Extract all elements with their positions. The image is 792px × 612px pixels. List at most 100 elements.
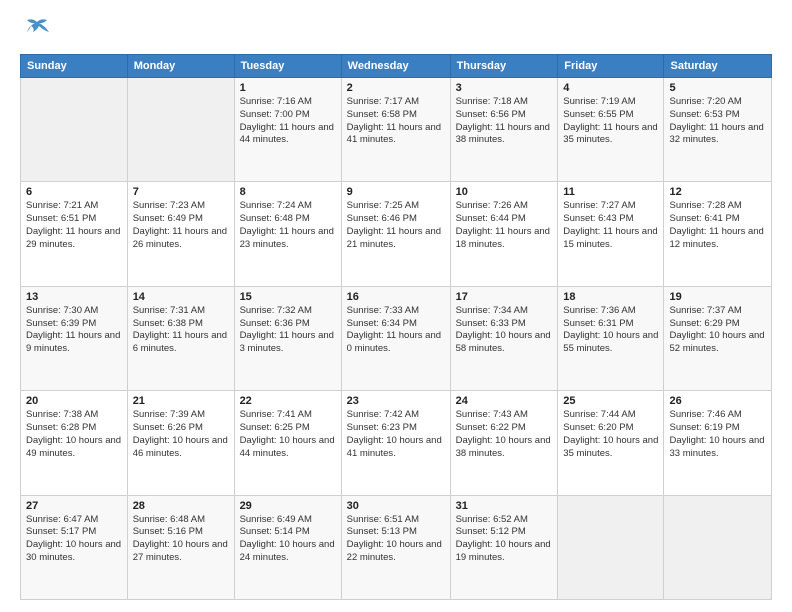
day-info: Sunrise: 7:37 AM Sunset: 6:29 PM Dayligh…: [669, 305, 766, 356]
day-info: Sunrise: 7:43 AM Sunset: 6:22 PM Dayligh…: [456, 409, 553, 460]
calendar-cell: 15 Sunrise: 7:32 AM Sunset: 6:36 PM Dayli…: [234, 286, 341, 390]
day-info: Sunrise: 7:39 AM Sunset: 6:26 PM Dayligh…: [133, 409, 229, 460]
day-info: Sunrise: 7:41 AM Sunset: 6:25 PM Dayligh…: [240, 409, 336, 460]
calendar-cell: [21, 78, 128, 182]
day-info: Sunrise: 7:34 AM Sunset: 6:33 PM Dayligh…: [456, 305, 553, 356]
day-number: 30: [347, 500, 445, 512]
calendar-cell: 14Sunrise: 7:31 AM Sunset: 6:38 PM Dayli…: [127, 286, 234, 390]
day-info: Sunrise: 7:21 AM Sunset: 6:51 PM Dayligh…: [26, 200, 122, 251]
day-info: Sunrise: 7:16 AM Sunset: 7:00 PM Dayligh…: [240, 96, 336, 147]
day-number: 22: [240, 395, 336, 407]
day-number: 13: [26, 291, 122, 303]
day-number: 23: [347, 395, 445, 407]
day-info: Sunrise: 7:38 AM Sunset: 6:28 PM Dayligh…: [26, 409, 122, 460]
weekday-header: Monday: [127, 55, 234, 78]
calendar-cell: 10 Sunrise: 7:26 AM Sunset: 6:44 PM Dayli…: [450, 182, 558, 286]
weekday-header: Thursday: [450, 55, 558, 78]
calendar-body: 1 Sunrise: 7:16 AM Sunset: 7:00 PM Daylig…: [21, 78, 772, 600]
calendar-cell: 12 Sunrise: 7:28 AM Sunset: 6:41 PM Dayli…: [664, 182, 772, 286]
day-info: Sunrise: 6:49 AM Sunset: 5:14 PM Dayligh…: [240, 514, 336, 565]
day-number: 26: [669, 395, 766, 407]
day-number: 9: [347, 186, 445, 198]
day-info: Sunrise: 7:44 AM Sunset: 6:20 PM Dayligh…: [563, 409, 658, 460]
day-info: Sunrise: 7:33 AM Sunset: 6:34 PM Dayligh…: [347, 305, 445, 356]
calendar-week-row: 27 Sunrise: 6:47 AM Sunset: 5:17 PM Dayli…: [21, 495, 772, 599]
calendar-cell: 18 Sunrise: 7:36 AM Sunset: 6:31 PM Dayli…: [558, 286, 664, 390]
day-number: 20: [26, 395, 122, 407]
calendar-cell: 3 Sunrise: 7:18 AM Sunset: 6:56 PM Daylig…: [450, 78, 558, 182]
day-number: 8: [240, 186, 336, 198]
day-number: 14: [133, 291, 229, 303]
weekday-header: Friday: [558, 55, 664, 78]
day-info: Sunrise: 7:27 AM Sunset: 6:43 PM Dayligh…: [563, 200, 658, 251]
weekday-header: Saturday: [664, 55, 772, 78]
day-number: 17: [456, 291, 553, 303]
day-number: 7: [133, 186, 229, 198]
calendar-cell: 27 Sunrise: 6:47 AM Sunset: 5:17 PM Dayli…: [21, 495, 128, 599]
day-number: 25: [563, 395, 658, 407]
day-number: 19: [669, 291, 766, 303]
day-number: 24: [456, 395, 553, 407]
day-number: 5: [669, 82, 766, 94]
day-info: Sunrise: 7:26 AM Sunset: 6:44 PM Dayligh…: [456, 200, 553, 251]
day-info: Sunrise: 6:48 AM Sunset: 5:16 PM Dayligh…: [133, 514, 229, 565]
calendar-cell: 30Sunrise: 6:51 AM Sunset: 5:13 PM Dayli…: [341, 495, 450, 599]
calendar-cell: 21 Sunrise: 7:39 AM Sunset: 6:26 PM Dayli…: [127, 391, 234, 495]
calendar-header-row: SundayMondayTuesdayWednesdayThursdayFrid…: [21, 55, 772, 78]
calendar-week-row: 13 Sunrise: 7:30 AM Sunset: 6:39 PM Dayli…: [21, 286, 772, 390]
day-info: Sunrise: 7:19 AM Sunset: 6:55 PM Dayligh…: [563, 96, 658, 147]
calendar-cell: 8 Sunrise: 7:24 AM Sunset: 6:48 PM Daylig…: [234, 182, 341, 286]
day-info: Sunrise: 7:24 AM Sunset: 6:48 PM Dayligh…: [240, 200, 336, 251]
calendar-cell: 22 Sunrise: 7:41 AM Sunset: 6:25 PM Dayli…: [234, 391, 341, 495]
calendar-cell: 17 Sunrise: 7:34 AM Sunset: 6:33 PM Dayli…: [450, 286, 558, 390]
calendar-cell: 4 Sunrise: 7:19 AM Sunset: 6:55 PM Daylig…: [558, 78, 664, 182]
day-number: 3: [456, 82, 553, 94]
logo-bird-icon: [23, 18, 51, 44]
calendar-cell: [558, 495, 664, 599]
calendar-week-row: 20 Sunrise: 7:38 AM Sunset: 6:28 PM Dayli…: [21, 391, 772, 495]
calendar-cell: 29 Sunrise: 6:49 AM Sunset: 5:14 PM Dayli…: [234, 495, 341, 599]
calendar-cell: 23 Sunrise: 7:42 AM Sunset: 6:23 PM Dayli…: [341, 391, 450, 495]
calendar-cell: 19 Sunrise: 7:37 AM Sunset: 6:29 PM Dayli…: [664, 286, 772, 390]
calendar-cell: 1 Sunrise: 7:16 AM Sunset: 7:00 PM Daylig…: [234, 78, 341, 182]
calendar-cell: 26 Sunrise: 7:46 AM Sunset: 6:19 PM Dayli…: [664, 391, 772, 495]
day-info: Sunrise: 7:23 AM Sunset: 6:49 PM Dayligh…: [133, 200, 229, 251]
day-info: Sunrise: 7:17 AM Sunset: 6:58 PM Dayligh…: [347, 96, 445, 147]
day-number: 6: [26, 186, 122, 198]
calendar-cell: 2Sunrise: 7:17 AM Sunset: 6:58 PM Daylig…: [341, 78, 450, 182]
weekday-header: Sunday: [21, 55, 128, 78]
day-number: 4: [563, 82, 658, 94]
day-number: 21: [133, 395, 229, 407]
day-number: 15: [240, 291, 336, 303]
calendar-cell: 7 Sunrise: 7:23 AM Sunset: 6:49 PM Daylig…: [127, 182, 234, 286]
calendar-table: SundayMondayTuesdayWednesdayThursdayFrid…: [20, 54, 772, 600]
header: [20, 18, 772, 44]
day-info: Sunrise: 6:52 AM Sunset: 5:12 PM Dayligh…: [456, 514, 553, 565]
calendar-cell: 13 Sunrise: 7:30 AM Sunset: 6:39 PM Dayli…: [21, 286, 128, 390]
day-info: Sunrise: 7:25 AM Sunset: 6:46 PM Dayligh…: [347, 200, 445, 251]
day-info: Sunrise: 7:42 AM Sunset: 6:23 PM Dayligh…: [347, 409, 445, 460]
day-info: Sunrise: 6:47 AM Sunset: 5:17 PM Dayligh…: [26, 514, 122, 565]
day-info: Sunrise: 7:46 AM Sunset: 6:19 PM Dayligh…: [669, 409, 766, 460]
calendar-cell: 9 Sunrise: 7:25 AM Sunset: 6:46 PM Daylig…: [341, 182, 450, 286]
day-number: 10: [456, 186, 553, 198]
day-number: 1: [240, 82, 336, 94]
calendar-cell: 20 Sunrise: 7:38 AM Sunset: 6:28 PM Dayli…: [21, 391, 128, 495]
weekday-header: Wednesday: [341, 55, 450, 78]
calendar-week-row: 6 Sunrise: 7:21 AM Sunset: 6:51 PM Daylig…: [21, 182, 772, 286]
calendar-cell: 31 Sunrise: 6:52 AM Sunset: 5:12 PM Dayli…: [450, 495, 558, 599]
day-number: 18: [563, 291, 658, 303]
day-number: 12: [669, 186, 766, 198]
day-info: Sunrise: 7:18 AM Sunset: 6:56 PM Dayligh…: [456, 96, 553, 147]
day-info: Sunrise: 7:30 AM Sunset: 6:39 PM Dayligh…: [26, 305, 122, 356]
calendar-cell: 11Sunrise: 7:27 AM Sunset: 6:43 PM Dayli…: [558, 182, 664, 286]
day-info: Sunrise: 7:32 AM Sunset: 6:36 PM Dayligh…: [240, 305, 336, 356]
day-info: Sunrise: 7:20 AM Sunset: 6:53 PM Dayligh…: [669, 96, 766, 147]
day-number: 29: [240, 500, 336, 512]
day-number: 27: [26, 500, 122, 512]
day-info: Sunrise: 7:36 AM Sunset: 6:31 PM Dayligh…: [563, 305, 658, 356]
day-number: 31: [456, 500, 553, 512]
logo: [20, 18, 51, 44]
day-number: 16: [347, 291, 445, 303]
day-info: Sunrise: 7:28 AM Sunset: 6:41 PM Dayligh…: [669, 200, 766, 251]
